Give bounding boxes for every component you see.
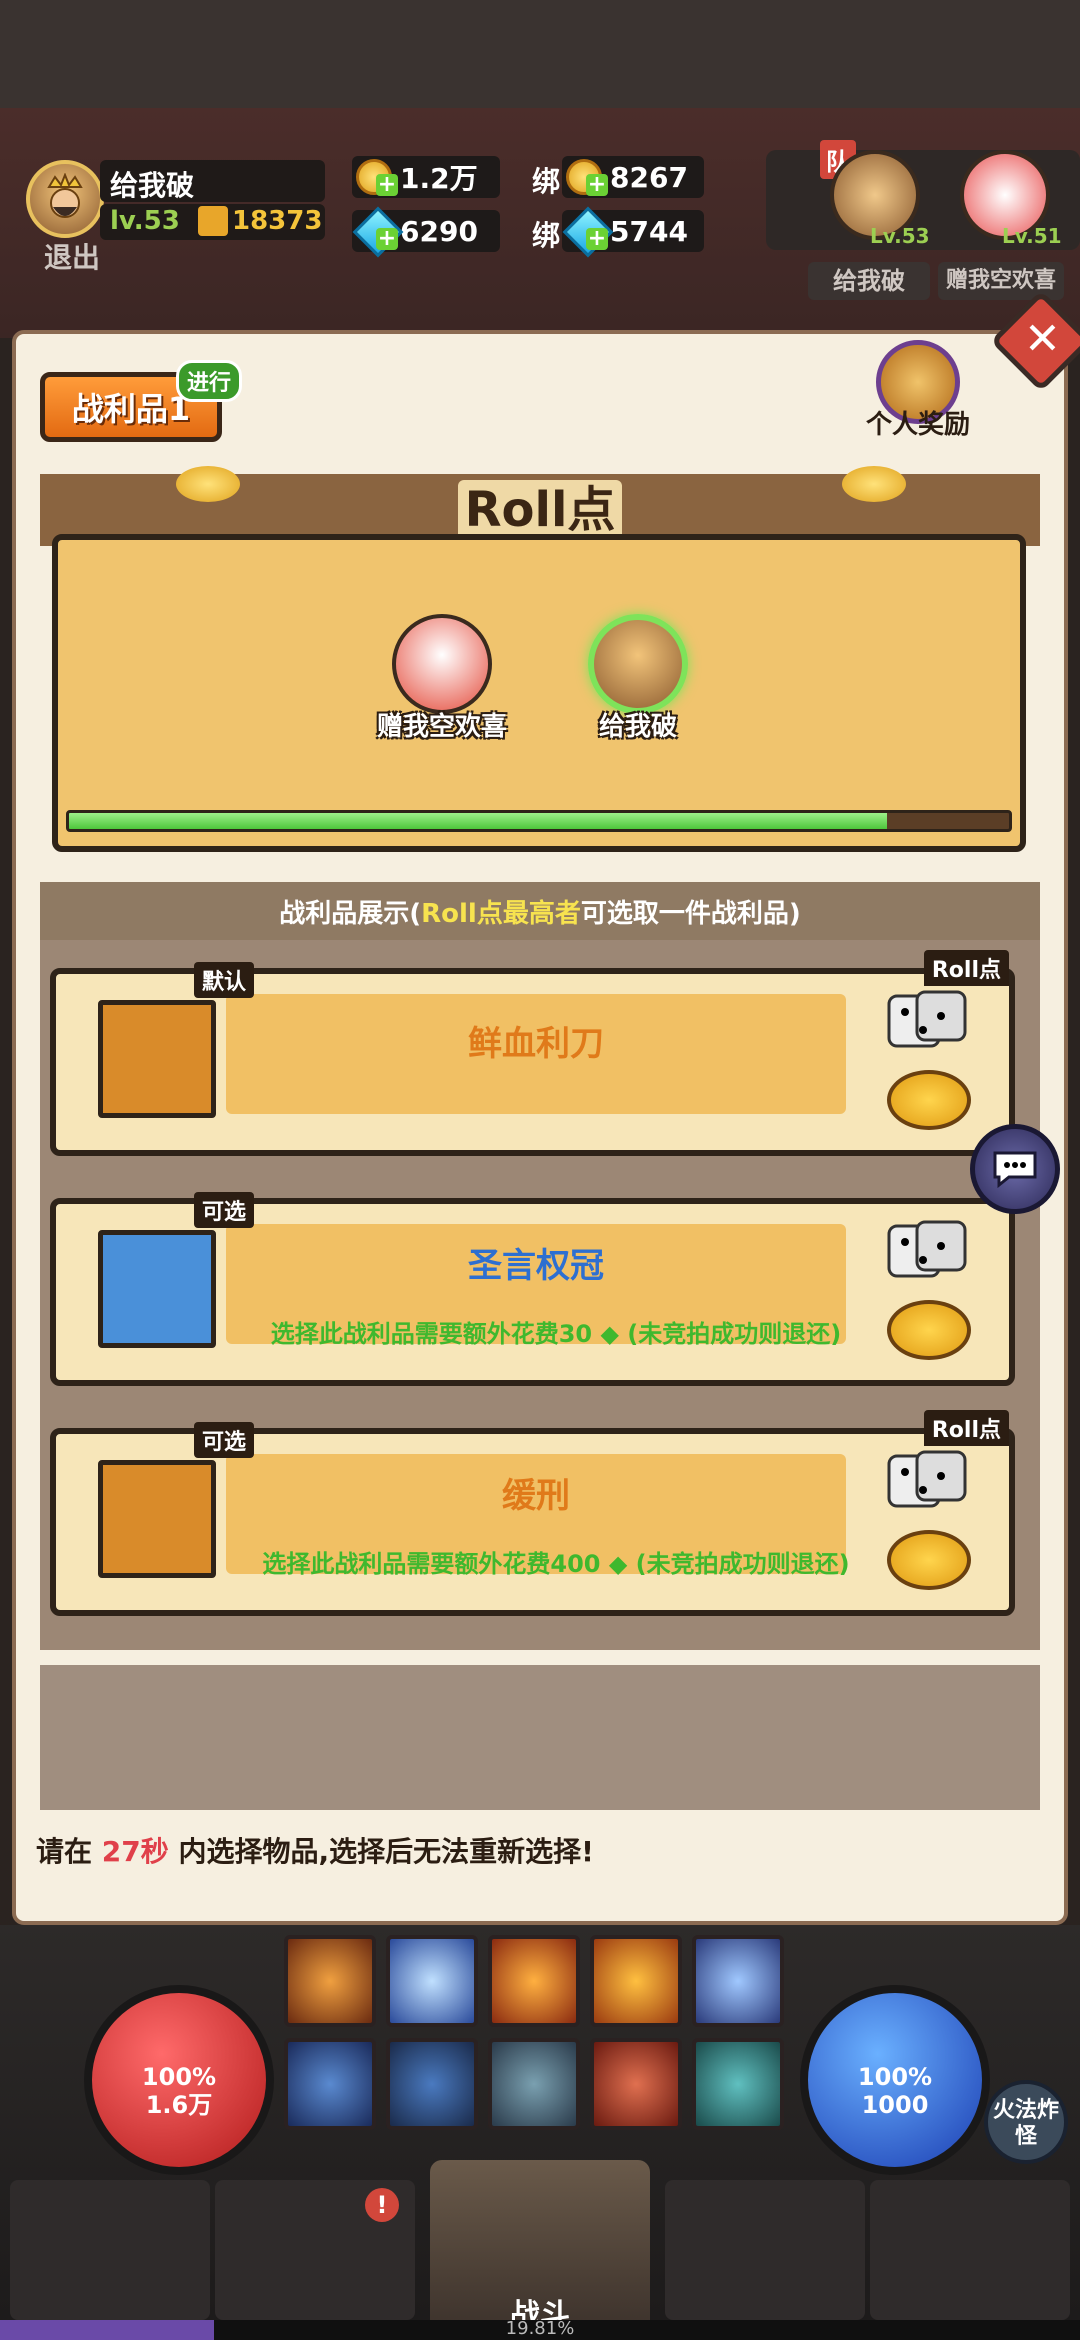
roll-tag: Roll点: [923, 950, 1009, 986]
tab-status-badge: 进行: [176, 360, 243, 402]
loot-banner-suffix: 可选取一件战利品): [580, 898, 801, 929]
skill-slot[interactable]: [590, 1935, 682, 2027]
add-gold-icon[interactable]: +: [376, 174, 398, 196]
nav-battle[interactable]: 战斗: [430, 2160, 650, 2340]
empty-loot-area: [40, 1665, 1040, 1810]
auto-skill-button[interactable]: 火法炸怪: [984, 2080, 1068, 2164]
nav-hero[interactable]: !: [215, 2180, 415, 2320]
loot-tag: 默认: [194, 962, 255, 998]
team-member-level: Lv.53: [870, 224, 930, 248]
chat-button[interactable]: [970, 1124, 1060, 1214]
gold-value: 1.2万: [400, 162, 478, 195]
xp-percent: 19.81%: [505, 2318, 575, 2339]
loot-banner-highlight: Roll点最高者: [421, 898, 581, 929]
team-member-level: Lv.51: [1002, 224, 1062, 248]
auto-skill-label: 火法炸怪: [992, 2098, 1059, 2149]
player-name: 给我破: [110, 169, 195, 202]
add-bound-gem-icon[interactable]: +: [586, 228, 608, 250]
mp-orb: 100% 1000: [800, 1985, 990, 2175]
dice-icon: [885, 988, 969, 1058]
power-icon: [198, 206, 228, 236]
player-level: lv.53: [110, 206, 180, 236]
gem-value: 6290: [400, 214, 478, 248]
gold-display[interactable]: + 1.2万: [352, 156, 500, 198]
selection-timer-note: 请在 27秒 内选择物品,选择后无法重新选择!: [36, 1830, 594, 1870]
add-bound-gold-icon[interactable]: +: [586, 174, 608, 196]
bound-gem-value: 5744: [610, 214, 688, 248]
player-level-box: lv.53 18373: [100, 204, 325, 240]
team-member-name[interactable]: 给我破: [808, 262, 930, 300]
skill-slot[interactable]: [284, 1935, 376, 2027]
loot-tag: 可选: [194, 1192, 255, 1228]
dice-icon: [885, 1218, 969, 1288]
roll-button[interactable]: [887, 1070, 971, 1130]
hp-value: 1.6万: [145, 2091, 213, 2119]
skill-slot[interactable]: [386, 2038, 478, 2130]
roll-button[interactable]: [887, 1530, 971, 1590]
loot-banner: 战利品展示(Roll点最高者 可选取一件战利品): [40, 882, 1040, 940]
bound-gold-prefix: 绑: [532, 165, 561, 198]
roll-player-avatar: [392, 614, 492, 714]
crown-icon: [98, 1230, 216, 1348]
dice-icon: [885, 1448, 969, 1518]
coin-ornament-icon: [842, 466, 906, 502]
countdown-seconds: 27秒: [101, 1835, 169, 1868]
nav-castle[interactable]: [870, 2180, 1070, 2320]
king-face-icon: [47, 173, 83, 218]
roll-player-name: 给我破: [598, 712, 677, 742]
skill-slot[interactable]: [488, 1935, 580, 2027]
skill-slot[interactable]: [692, 2038, 784, 2130]
loot-name: 圣言权冠: [468, 1246, 604, 1286]
loot-note: 选择此战利品需要额外花费30 ◆ (未竞拍成功则退还): [270, 1320, 842, 1348]
roll-tag: Roll点: [923, 1410, 1009, 1446]
loot-banner-prefix: 战利品展示(: [279, 898, 422, 929]
bound-gem-display[interactable]: + 5744: [562, 206, 704, 258]
roll-box: [52, 534, 1026, 852]
bound-gem-prefix: 绑: [532, 219, 561, 252]
bound-gold-display[interactable]: + 8267: [562, 156, 704, 198]
roll-player-avatar: [588, 614, 688, 714]
loot-note: 选择此战利品需要额外花费400 ◆ (未竞拍成功则退还): [262, 1550, 850, 1578]
exit-button[interactable]: 退出: [44, 236, 100, 276]
loot-card[interactable]: 默认 鲜血利刀 Roll点: [50, 950, 1015, 1156]
status-bar: [0, 0, 1080, 108]
hp-percent: 100%: [141, 2063, 217, 2091]
personal-reward-label[interactable]: 个人奖励: [846, 404, 990, 441]
gem-display[interactable]: + 6290: [352, 206, 500, 258]
mp-value: 1000: [861, 2091, 929, 2119]
notification-badge: !: [365, 2188, 399, 2222]
chat-bubble-icon: [993, 1151, 1037, 1189]
loot-tab-label: 战利品1: [71, 390, 191, 428]
coin-ornament-icon: [176, 466, 240, 502]
player-name-box: 给我破: [100, 160, 325, 202]
hp-orb: 100% 1.6万: [84, 1985, 274, 2175]
skill-slot[interactable]: [386, 1935, 478, 2027]
mp-percent: 100%: [857, 2063, 933, 2091]
roll-progress-fill: [69, 813, 887, 829]
sword-icon: [98, 1000, 216, 1118]
roll-button[interactable]: [887, 1300, 971, 1360]
loot-name: 鲜血利刀: [468, 1024, 604, 1064]
player-power: 18373: [232, 206, 323, 236]
nav-shop[interactable]: [665, 2180, 865, 2320]
skill-slot[interactable]: [590, 2038, 682, 2130]
dagger-icon: [98, 1460, 216, 1578]
footer-prefix: 请在: [36, 1835, 93, 1868]
footer-suffix: 内选择物品,选择后无法重新选择!: [178, 1835, 594, 1868]
bound-gold-value: 8267: [610, 160, 688, 194]
close-icon: ✕: [1023, 313, 1061, 365]
skill-slot[interactable]: [692, 1935, 784, 2027]
skill-slot[interactable]: [284, 2038, 376, 2130]
player-avatar[interactable]: [26, 160, 104, 238]
roll-progress-bar: [66, 810, 1012, 832]
nav-character[interactable]: [10, 2180, 210, 2320]
roll-player-name: 赠我空欢喜: [376, 712, 507, 742]
add-gem-icon[interactable]: +: [376, 228, 398, 250]
skill-slot[interactable]: [488, 2038, 580, 2130]
loot-name: 缓刑: [502, 1476, 570, 1516]
loot-card[interactable]: 可选 缓刑 选择此战利品需要额外花费400 ◆ (未竞拍成功则退还) Roll点: [50, 1410, 1015, 1616]
loot-card[interactable]: 可选 圣言权冠 选择此战利品需要额外花费30 ◆ (未竞拍成功则退还): [50, 1192, 1015, 1386]
loot-tag: 可选: [194, 1422, 255, 1458]
